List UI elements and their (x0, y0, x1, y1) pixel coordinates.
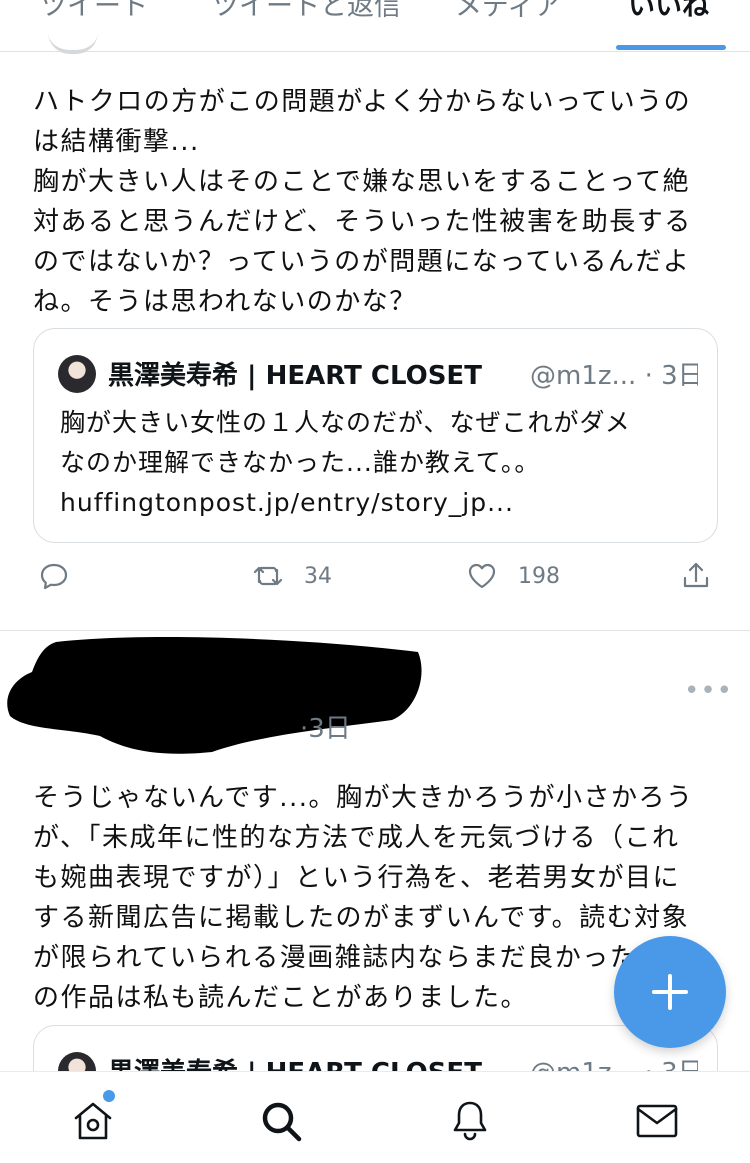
quoted-author-handle: @m1z... · 3日 (530, 361, 698, 391)
retweet-count: 34 (304, 563, 332, 589)
tweet-actions: 34 198 (0, 560, 750, 600)
tab-tweets[interactable]: ツイート (40, 0, 148, 24)
reply-icon (40, 563, 68, 590)
plus-icon (652, 974, 688, 1010)
tab-tweets-and-replies[interactable]: ツイートと返信 (212, 0, 401, 24)
quoted-author-name: 黒澤美寿希 | HEART CLOSET (108, 361, 482, 391)
mail-icon (636, 1104, 678, 1138)
nav-notifications[interactable] (447, 1098, 493, 1144)
active-tab-indicator (616, 45, 726, 50)
tweet-timestamp: ·3日 (300, 714, 351, 744)
like-count: 198 (518, 563, 560, 589)
search-icon (262, 1102, 302, 1142)
compose-tweet-button[interactable] (614, 936, 726, 1048)
nav-search[interactable] (258, 1098, 304, 1144)
quoted-tweet-card[interactable]: 黒澤美寿希 | HEART CLOSET @m1z... · 3日 胸が大きい女… (33, 328, 718, 543)
tab-likes[interactable]: いいね (628, 0, 709, 24)
more-options-button[interactable]: ••• (684, 676, 733, 706)
redacted-author-area (7, 637, 422, 754)
like-button[interactable]: 198 (466, 560, 560, 592)
retweet-button[interactable]: 34 (252, 560, 332, 592)
tab-media[interactable]: メディア (455, 0, 561, 24)
tweet-divider (0, 630, 750, 631)
share-icon (683, 562, 709, 588)
bell-icon (453, 1101, 487, 1141)
reply-button[interactable] (38, 560, 70, 592)
tweet-text[interactable]: ハトクロの方がこの問題がよく分からないっていうの は結構衝撃... 胸が大きい人… (33, 82, 723, 322)
bottom-navigation (0, 1071, 750, 1163)
home-icon (74, 1102, 112, 1140)
heart-icon (468, 563, 496, 589)
avatar (58, 355, 96, 393)
profile-tabs: ツイート ツイートと返信 メディア いいね (0, 0, 750, 52)
quoted-tweet-text: 胸が大きい女性の１人なのだが、なぜこれがダメ なのか理解できなかった...誰か教… (60, 408, 631, 517)
notification-dot (103, 1090, 115, 1102)
nav-messages[interactable] (634, 1098, 680, 1144)
share-button[interactable] (680, 560, 712, 592)
nav-home[interactable] (70, 1098, 116, 1144)
quoted-tweet-header: 黒澤美寿希 | HEART CLOSET @m1z... · 3日 (58, 353, 698, 393)
retweet-icon (253, 566, 283, 586)
